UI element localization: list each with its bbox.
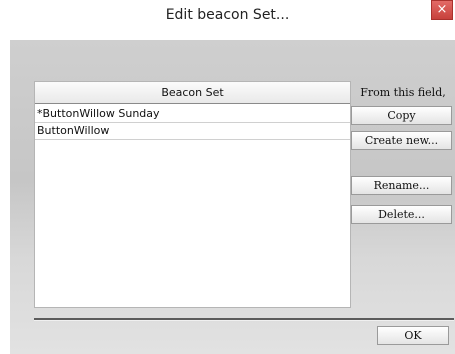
close-icon: × [436, 2, 448, 17]
list-item[interactable]: *ButtonWillow Sunday [35, 106, 350, 123]
list-item[interactable]: ButtonWillow [35, 123, 350, 140]
ok-button[interactable]: OK [377, 326, 449, 345]
rename-button[interactable]: Rename... [351, 176, 452, 195]
dialog-body: Beacon Set *ButtonWillow Sunday ButtonWi… [10, 40, 455, 354]
column-header-beacon-set[interactable]: Beacon Set [35, 82, 350, 104]
edit-beacon-set-dialog: Edit beacon Set... × Beacon Set *ButtonW… [0, 0, 455, 354]
from-this-field-label: From this field, [360, 86, 446, 99]
beacon-set-list[interactable]: Beacon Set *ButtonWillow Sunday ButtonWi… [34, 81, 351, 308]
close-button[interactable]: × [431, 0, 453, 20]
dialog-title: Edit beacon Set... [165, 7, 290, 23]
footer-divider [34, 318, 454, 321]
copy-button[interactable]: Copy [351, 106, 452, 125]
delete-button[interactable]: Delete... [351, 205, 452, 224]
create-new-button[interactable]: Create new... [351, 131, 452, 150]
title-bar: Edit beacon Set... × [0, 0, 455, 36]
